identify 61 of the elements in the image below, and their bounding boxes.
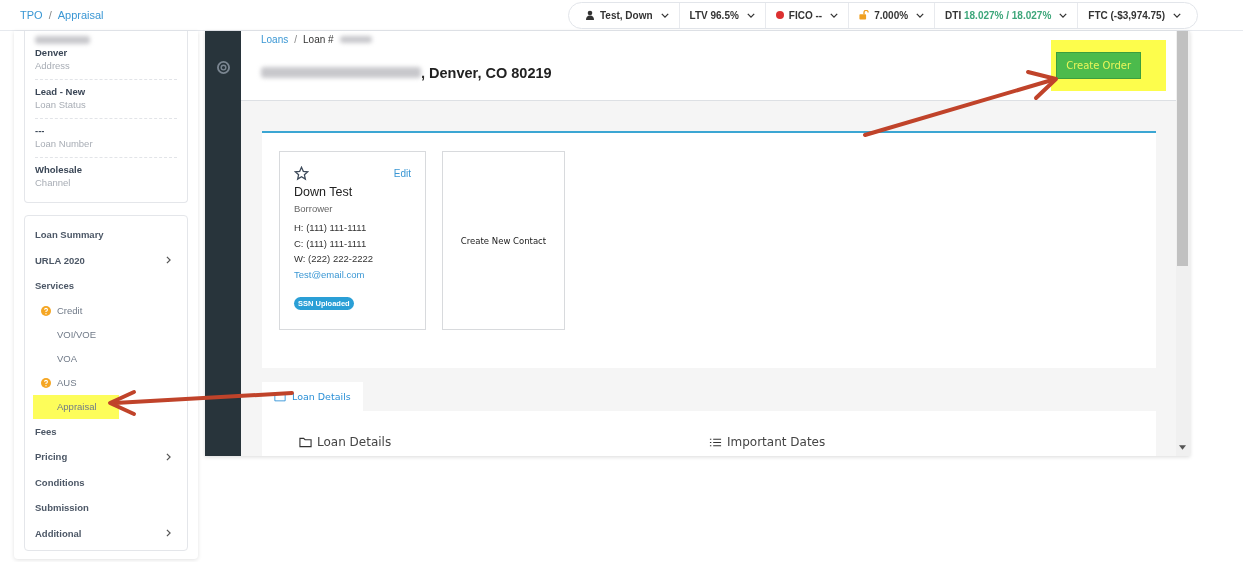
field-label: Loan Status [35,99,87,110]
contact-role: Borrower [294,203,333,214]
metric-dropdown[interactable]: DTI 18.027% / 18.027% [935,2,1079,28]
breadcrumb-separator: / [48,9,52,21]
chevron-down-icon [916,12,925,18]
scrollbar[interactable] [1176,31,1190,456]
tab[interactable]: Loan Details [262,382,363,411]
nav-subitem[interactable]: Credit [33,298,105,323]
chevron-right-icon [166,529,171,538]
section-heading: Loan Details [299,435,709,456]
support-icon[interactable] [216,61,230,74]
nav-item[interactable]: Additional [33,520,179,546]
nav-item[interactable]: Submission [33,495,179,521]
chevron-down-icon [746,12,755,18]
field-value: --- [35,125,46,136]
breadcrumb-separator: / [294,34,298,45]
metric-dropdown[interactable]: 7.000% [849,2,936,28]
scroll-down-icon[interactable] [1179,445,1186,450]
phone-number: H: (111) 111-1111 [294,221,367,235]
nav-item[interactable]: URLA 2020 [33,247,179,273]
folder-icon [299,437,312,448]
question-icon [41,305,51,316]
metric-dropdown[interactable]: LTV 96.5% [679,2,766,28]
chevron-right-icon [166,256,171,265]
chevron-right-icon [166,452,171,461]
chevron-down-icon [660,12,669,18]
chevron-down-icon [830,12,839,18]
field-value: Denver [35,47,69,58]
metric-dropdown[interactable]: FICO -- [765,2,850,28]
unlocked-icon [859,10,870,20]
star-icon[interactable] [294,166,309,181]
loan-address-title: , Denver, CO 80219 [421,64,552,81]
nav-item[interactable]: Fees [33,418,179,444]
field-label: Channel [35,177,72,188]
list-icon [709,437,722,448]
phone-number: C: (111) 111-1111 [294,236,367,251]
breadcrumb-current: Loan # [303,34,334,45]
redacted-text [35,36,90,44]
section-heading: Important Dates [709,435,1119,456]
chevron-down-icon [1173,12,1181,18]
nav-subitem[interactable]: AUS [33,370,99,395]
redacted-text [339,36,372,43]
phone-number: W: (222) 222-2222 [294,252,374,267]
nav-subitem[interactable]: Appraisal [33,394,119,419]
field-label: Loan Number [35,138,94,149]
chevron-down-icon [1059,12,1068,18]
create-contact-card[interactable]: Create New Contact [442,151,565,330]
field-label: Address [35,60,71,71]
nav-item[interactable]: Services [33,273,179,299]
nav-item[interactable]: Pricing [33,444,179,470]
field-value: Wholesale [35,164,83,175]
nav-item[interactable]: Conditions [33,469,179,495]
nav-item[interactable]: Loan Summary [33,222,179,248]
contact-name: Down Test [294,185,353,199]
nav-subitem[interactable]: VOA [33,346,100,371]
nav-subitem[interactable]: VOI/VOE [33,322,119,347]
field-value: Lead - New [35,86,87,97]
metric-dropdown[interactable]: Test, Down [575,2,680,28]
question-icon [41,377,51,388]
metric-dropdown[interactable]: FTC (-$3,974.75) [1078,2,1191,28]
person-icon [585,10,595,20]
